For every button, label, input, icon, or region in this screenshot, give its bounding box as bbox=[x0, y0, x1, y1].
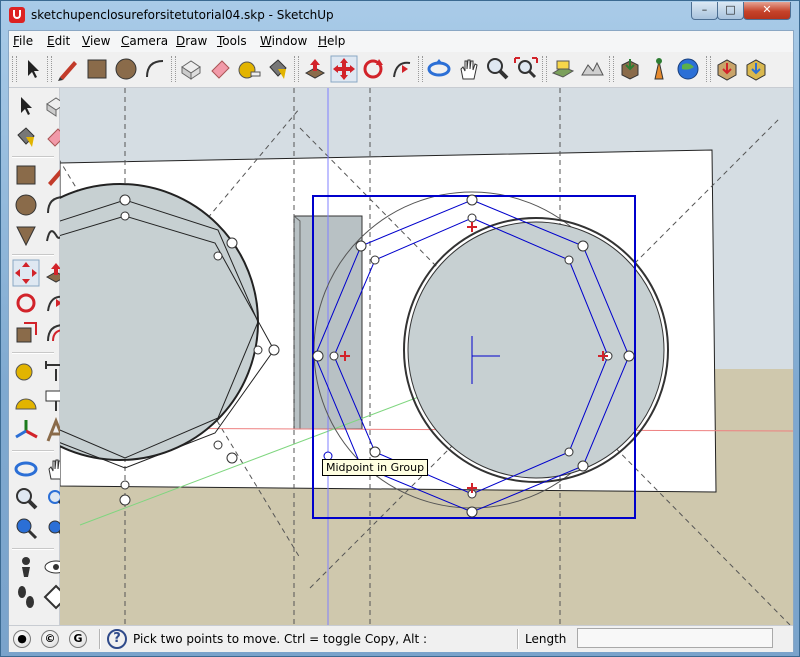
move-icon[interactable] bbox=[12, 259, 40, 287]
share-model-icon[interactable] bbox=[645, 55, 673, 83]
palette-separator bbox=[12, 548, 54, 550]
status-separator bbox=[517, 629, 519, 649]
toolbar-grip[interactable] bbox=[47, 56, 52, 82]
measurements-input[interactable] bbox=[577, 628, 773, 648]
main-toolbar bbox=[9, 52, 793, 88]
model-viewport[interactable]: Midpoint in Group bbox=[60, 88, 793, 625]
zoom-icon[interactable] bbox=[483, 55, 511, 83]
palette-separator bbox=[12, 156, 54, 158]
menu-bar: File Edit View Camera Draw Tools Window … bbox=[9, 31, 793, 53]
paint-bucket-icon[interactable] bbox=[12, 123, 40, 151]
menu-draw[interactable]: Draw bbox=[176, 34, 207, 48]
push-pull-icon[interactable] bbox=[301, 55, 329, 83]
previous-view-icon[interactable] bbox=[12, 515, 40, 543]
client-area: File Edit View Camera Draw Tools Window … bbox=[8, 30, 794, 652]
eraser-icon[interactable] bbox=[206, 55, 234, 83]
inference-tooltip: Midpoint in Group bbox=[322, 459, 429, 476]
toolbar-grip[interactable] bbox=[418, 56, 423, 82]
walk-icon[interactable] bbox=[12, 583, 40, 611]
status-separator bbox=[99, 629, 101, 649]
close-button[interactable]: ✕ bbox=[743, 2, 791, 20]
menu-edit[interactable]: Edit bbox=[47, 34, 70, 48]
axes-icon[interactable] bbox=[12, 417, 40, 445]
component-warehouse-icon[interactable] bbox=[713, 55, 741, 83]
tape-measure-icon[interactable] bbox=[235, 55, 263, 83]
menu-view[interactable]: View bbox=[82, 34, 110, 48]
menu-tools[interactable]: Tools bbox=[217, 34, 247, 48]
rotate-icon[interactable] bbox=[12, 289, 40, 317]
status-bar: ● © G ? Pick two points to move. Ctrl = … bbox=[9, 625, 793, 652]
window-title: sketchupenclosureforsitetutorial04.skp -… bbox=[31, 8, 334, 22]
position-camera-icon[interactable] bbox=[12, 553, 40, 581]
title-bar: sketchupenclosureforsitetutorial04.skp -… bbox=[1, 1, 799, 29]
toolbar-grip[interactable] bbox=[706, 56, 711, 82]
select-icon[interactable] bbox=[12, 92, 40, 120]
google-earth-icon[interactable] bbox=[674, 55, 702, 83]
large-toolset-palette bbox=[9, 88, 69, 625]
arc-icon[interactable] bbox=[141, 55, 169, 83]
drawing-canvas[interactable] bbox=[60, 88, 793, 625]
sketchup-app-icon[interactable] bbox=[9, 7, 25, 23]
toolbar-grip[interactable] bbox=[12, 56, 17, 82]
credits-icon[interactable]: © bbox=[41, 630, 59, 648]
scale-icon[interactable] bbox=[12, 319, 40, 347]
minimize-button[interactable]: – bbox=[691, 2, 718, 20]
toolbar-grip[interactable] bbox=[294, 56, 299, 82]
maximize-button[interactable]: □ bbox=[717, 2, 744, 20]
palette-separator bbox=[12, 450, 54, 452]
polygon-icon[interactable] bbox=[12, 221, 40, 249]
orbit-icon[interactable] bbox=[12, 455, 40, 483]
palette-separator bbox=[12, 254, 54, 256]
toolbar-grip[interactable] bbox=[171, 56, 176, 82]
toolbar-grip[interactable] bbox=[609, 56, 614, 82]
move-icon[interactable] bbox=[330, 55, 358, 83]
toolbar-grip[interactable] bbox=[542, 56, 547, 82]
right-speaker-cutout[interactable] bbox=[407, 221, 665, 479]
add-location-icon[interactable] bbox=[549, 55, 577, 83]
pan-icon[interactable] bbox=[454, 55, 482, 83]
toggle-terrain-icon[interactable] bbox=[578, 55, 606, 83]
circle-icon[interactable] bbox=[12, 191, 40, 219]
select-icon[interactable] bbox=[19, 55, 47, 83]
get-models-icon[interactable] bbox=[616, 55, 644, 83]
tape-measure-icon[interactable] bbox=[12, 357, 40, 385]
orbit-icon[interactable] bbox=[425, 55, 453, 83]
instructor-help-icon[interactable]: ? bbox=[107, 629, 127, 649]
geo-location-icon[interactable]: ● bbox=[13, 630, 31, 648]
rectangle-icon[interactable] bbox=[83, 55, 111, 83]
menu-camera[interactable]: Camera bbox=[121, 34, 168, 48]
zoom-icon[interactable] bbox=[12, 485, 40, 513]
follow-me-icon[interactable] bbox=[388, 55, 416, 83]
palette-separator bbox=[12, 352, 54, 354]
make-component-icon[interactable] bbox=[177, 55, 205, 83]
rectangle-icon[interactable] bbox=[12, 161, 40, 189]
zoom-extents-icon[interactable] bbox=[512, 55, 540, 83]
measurements-label: Length bbox=[525, 632, 567, 646]
user-icon[interactable]: G bbox=[69, 630, 87, 648]
extension-warehouse-icon[interactable] bbox=[742, 55, 770, 83]
paint-bucket-icon[interactable] bbox=[264, 55, 292, 83]
pencil-icon[interactable] bbox=[54, 55, 82, 83]
circle-icon[interactable] bbox=[112, 55, 140, 83]
rotate-icon[interactable] bbox=[359, 55, 387, 83]
application-window: sketchupenclosureforsitetutorial04.skp -… bbox=[0, 0, 800, 657]
menu-file[interactable]: File bbox=[13, 34, 33, 48]
menu-help[interactable]: Help bbox=[318, 34, 345, 48]
protractor-icon[interactable] bbox=[12, 387, 40, 415]
menu-window[interactable]: Window bbox=[260, 34, 307, 48]
status-message: Pick two points to move. Ctrl = toggle C… bbox=[133, 632, 428, 646]
